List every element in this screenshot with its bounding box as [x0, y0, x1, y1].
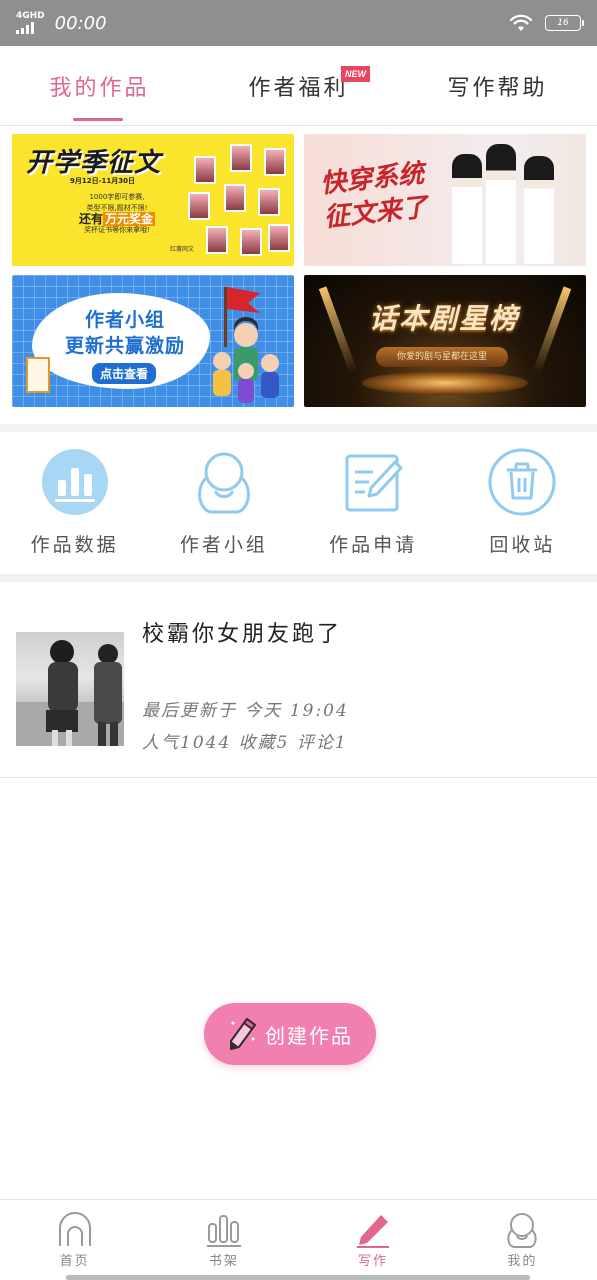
tab-label: 作者福利 [248, 75, 349, 101]
section-divider [0, 424, 597, 432]
edit-note-icon [339, 448, 407, 516]
tab-my-works[interactable]: 我的作品 [0, 46, 199, 125]
action-label: 回收站 [489, 534, 556, 556]
bottom-nav: 首页 书架 写作 我的 [0, 1199, 597, 1280]
work-cover-image [16, 632, 124, 746]
nav-profile[interactable]: 我的 [448, 1200, 597, 1280]
new-badge: NEW [341, 66, 370, 82]
action-label: 作品数据 [30, 534, 119, 556]
cartoon-kids-image [200, 283, 290, 407]
banner-text: 1000字即可参赛, 类型不限,题材不限! 还有 万元奖金 奖杯证书等你来拿哦! [78, 193, 156, 234]
battery-icon: 16 [545, 15, 584, 31]
banner-date: 9月12日-11月30日 [70, 177, 135, 185]
action-work-application[interactable]: 作品申请 [299, 440, 448, 574]
action-recycle-bin[interactable]: 回收站 [448, 440, 597, 574]
banner-logo: 红薯网文 [170, 246, 195, 253]
tab-writing-help[interactable]: 写作帮助 [398, 46, 597, 125]
signal-icon: 4GHD [16, 12, 45, 34]
banner-grid: 开学季征文 9月12日-11月30日 1000字即可参赛, 类型不限,题材不限!… [12, 134, 586, 408]
tab-label: 我的作品 [49, 75, 150, 101]
wifi-icon [509, 14, 533, 31]
banner-drama-star-ranking[interactable]: 话本剧星榜 你爱的剧与星都在这里 [304, 275, 586, 407]
status-right: 16 [509, 13, 584, 33]
work-stats: 人气1044 收藏5 评论1 [142, 733, 348, 753]
top-tabs: 我的作品 作者福利 NEW 写作帮助 [0, 46, 597, 126]
nav-bookshelf[interactable]: 书架 [149, 1200, 298, 1280]
trash-icon [488, 448, 556, 516]
bookshelf-icon [206, 1212, 242, 1248]
banner-quick-travel-contest[interactable]: 快穿系统 征文来了 [304, 134, 586, 266]
pencil-icon [230, 1018, 256, 1050]
nav-home[interactable]: 首页 [0, 1200, 149, 1280]
nav-label: 首页 [59, 1254, 90, 1269]
work-title: 校霸你女朋友跑了 [142, 622, 343, 647]
banner-figures-image [446, 140, 576, 264]
active-tab-indicator [72, 118, 123, 121]
create-work-label: 创建作品 [265, 1023, 353, 1048]
nav-label: 书架 [208, 1254, 239, 1269]
group-icon [190, 448, 258, 516]
home-indicator [66, 1275, 530, 1280]
clipboard-icon [26, 357, 50, 393]
write-page: 4GHD 00:00 16 我的作品 作者福利 NEW 写作帮助 开学季征文 9… [0, 0, 597, 1280]
network-type: 4GHD [16, 11, 45, 21]
banner-title: 话本剧星榜 [368, 302, 519, 335]
action-work-data[interactable]: 作品数据 [0, 440, 149, 574]
home-icon [57, 1212, 93, 1248]
tab-label: 写作帮助 [447, 75, 548, 101]
create-work-button[interactable]: 创建作品 [204, 1003, 376, 1065]
stage-image [362, 371, 528, 395]
work-card[interactable]: 校霸你女朋友跑了 最后更新于 今天 19:04 人气1044 收藏5 评论1 [0, 582, 597, 778]
photo-collage [184, 140, 290, 260]
banner-subtitle: 你爱的剧与星都在这里 [376, 347, 508, 367]
banner-title: 快穿系统 征文来了 [318, 158, 430, 234]
quick-actions: 作品数据 作者小组 作品申请 回收站 [0, 440, 597, 574]
nav-write[interactable]: 写作 [299, 1200, 448, 1280]
banner-title: 作者小组 [84, 309, 165, 331]
tab-author-benefits[interactable]: 作者福利 NEW [199, 46, 398, 125]
nav-label: 写作 [358, 1254, 389, 1269]
status-left: 4GHD 00:00 [16, 12, 107, 34]
clock: 00:00 [54, 12, 107, 34]
status-bar: 4GHD 00:00 16 [0, 0, 597, 46]
pen-icon [355, 1212, 391, 1248]
profile-icon [504, 1212, 540, 1248]
action-label: 作者小组 [179, 534, 268, 556]
action-author-group[interactable]: 作者小组 [149, 440, 298, 574]
banner-subtitle: 更新共赢激励 [64, 335, 185, 357]
action-label: 作品申请 [329, 534, 418, 556]
banner-title: 开学季征文 [26, 148, 162, 178]
view-button[interactable]: 点击查看 [92, 363, 157, 384]
nav-label: 我的 [507, 1254, 538, 1269]
banner-back-to-school-contest[interactable]: 开学季征文 9月12日-11月30日 1000字即可参赛, 类型不限,题材不限!… [12, 134, 294, 266]
bar-chart-icon [41, 448, 109, 516]
section-divider [0, 574, 597, 582]
banner-author-group[interactable]: 作者小组 更新共赢激励 点击查看 [12, 275, 294, 407]
work-last-updated: 最后更新于 今天 19:04 [142, 701, 349, 721]
battery-level: 16 [557, 18, 569, 28]
